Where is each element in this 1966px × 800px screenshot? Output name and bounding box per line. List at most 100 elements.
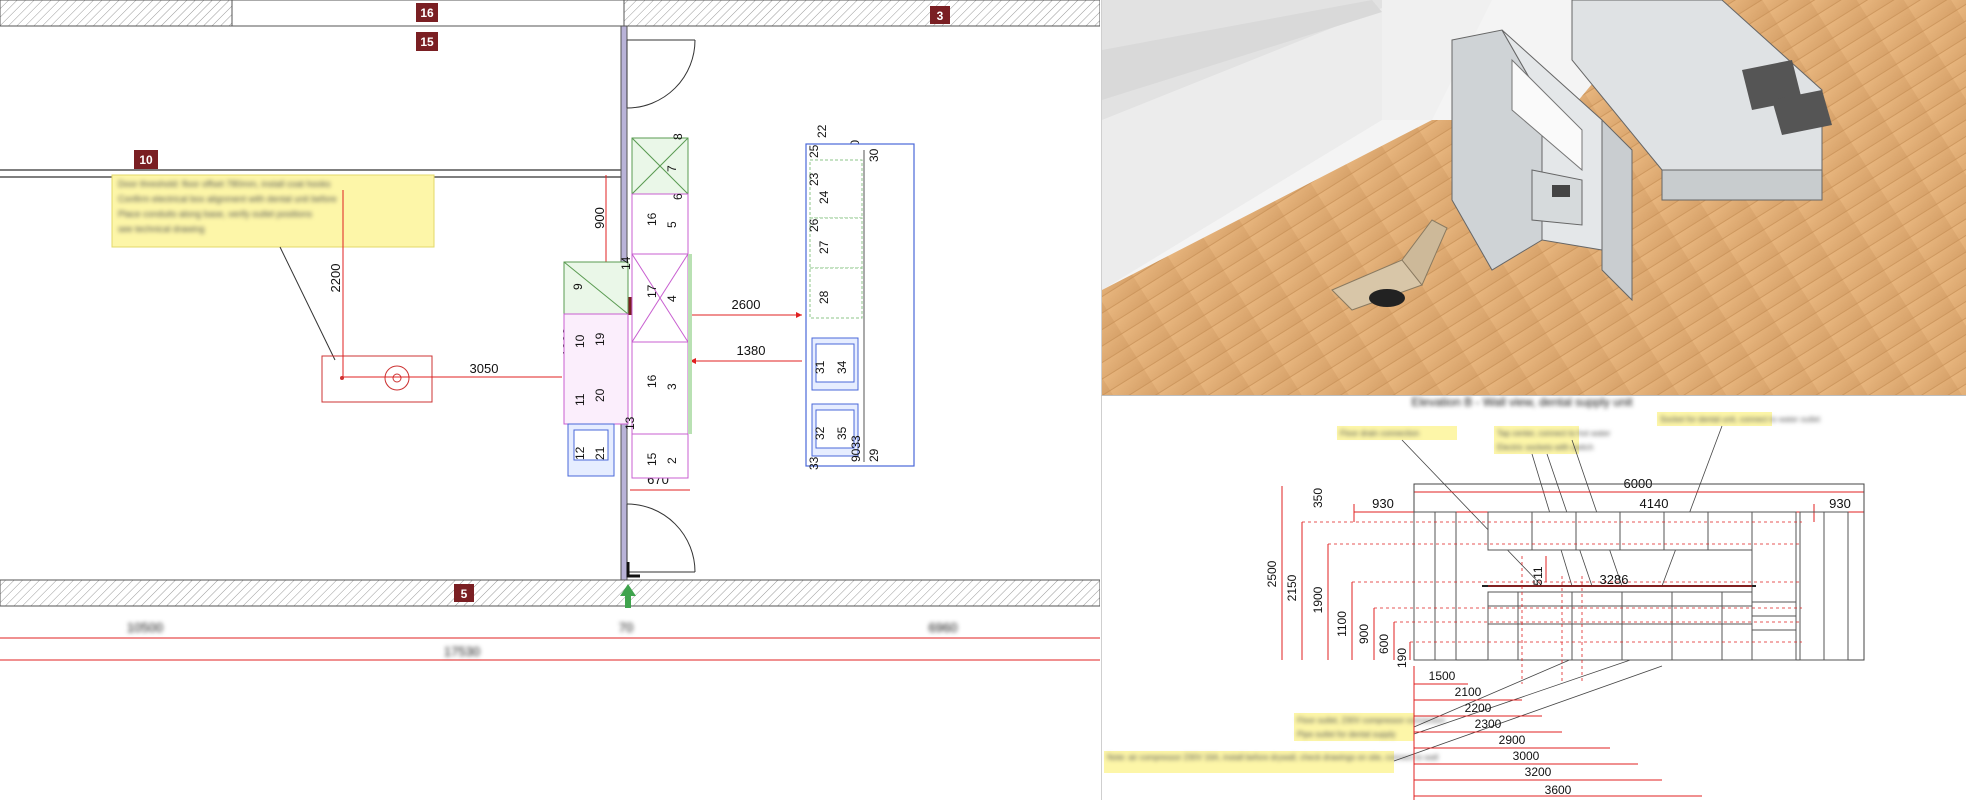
svg-text:9: 9 xyxy=(571,283,585,290)
room-tag-10[interactable]: 10 xyxy=(134,150,158,169)
elevation-lower-cabinets xyxy=(1487,591,1796,661)
svg-text:16: 16 xyxy=(645,374,659,388)
svg-text:11: 11 xyxy=(573,393,587,406)
bdim-3000: 3000 xyxy=(1513,749,1540,763)
svg-text:Socket for dental unit, connec: Socket for dental unit, connect to water… xyxy=(1660,415,1821,424)
svg-text:Door threshold: floor offset 7: Door threshold: floor offset 780mm, inst… xyxy=(118,179,331,189)
dim-3286: 3286 xyxy=(1600,572,1629,587)
svg-text:6: 6 xyxy=(671,193,685,200)
room-tag-3[interactable]: 3 xyxy=(930,6,950,24)
svg-text:15: 15 xyxy=(420,35,434,49)
floor-plan-canvas: 16 15 3 10 5 11 12 14 1 Door threshold: … xyxy=(0,0,1100,661)
svg-text:17: 17 xyxy=(645,284,659,298)
svg-text:34: 34 xyxy=(835,360,849,374)
svg-text:4: 4 xyxy=(665,295,679,302)
bdim-1500: 1500 xyxy=(1429,669,1456,683)
svg-text:Place conduits along base, ver: Place conduits along base, verify outlet… xyxy=(118,209,313,219)
vdim-190: 190 xyxy=(1395,648,1409,668)
svg-text:16: 16 xyxy=(420,6,434,20)
vdim-900: 900 xyxy=(1357,624,1371,644)
elevation-door-right xyxy=(1799,511,1849,661)
svg-text:10: 10 xyxy=(139,153,153,167)
svg-text:17530: 17530 xyxy=(444,644,480,659)
dim-right-930: 930 xyxy=(1829,496,1851,511)
bdim-2100: 2100 xyxy=(1455,685,1482,699)
plan-note: Door threshold: floor offset 780mm, inst… xyxy=(111,174,435,361)
svg-text:10500: 10500 xyxy=(127,620,163,635)
svg-text:16: 16 xyxy=(645,212,659,226)
svg-text:26: 26 xyxy=(807,218,821,232)
svg-text:13: 13 xyxy=(623,416,637,430)
svg-text:70: 70 xyxy=(619,620,633,635)
svg-text:30: 30 xyxy=(867,148,881,162)
svg-text:29: 29 xyxy=(867,448,881,462)
dim-1380: 1380 xyxy=(737,343,766,358)
svg-text:Confirm electrical box alignme: Confirm electrical box alignment with de… xyxy=(118,194,337,204)
elevation-callouts-bottom: Floor outlet, 230V compressor connection… xyxy=(1104,713,1445,773)
svg-text:21: 21 xyxy=(593,446,607,460)
wall-top-left xyxy=(0,0,233,27)
svg-text:3: 3 xyxy=(665,383,679,390)
dim-900: 900 xyxy=(592,207,607,229)
partition-door-3d xyxy=(1601,118,1633,302)
svg-text:8: 8 xyxy=(671,133,685,140)
svg-text:3: 3 xyxy=(937,9,944,23)
room-tag-5[interactable]: 5 xyxy=(454,584,474,602)
wall-top-right xyxy=(623,0,1100,27)
svg-text:10: 10 xyxy=(573,334,587,348)
dim-2200: 2200 xyxy=(328,264,343,293)
vdim-1100: 1100 xyxy=(1335,611,1349,637)
dim-3050: 3050 xyxy=(470,361,499,376)
vdim-2500: 2500 xyxy=(1265,560,1279,587)
door-bottom xyxy=(626,503,696,573)
bdim-2900: 2900 xyxy=(1499,733,1526,747)
door-top xyxy=(626,39,696,109)
bdim-2200: 2200 xyxy=(1465,701,1492,715)
svg-text:24: 24 xyxy=(817,190,831,204)
floor-plan-view[interactable]: 16 15 3 10 5 11 12 14 1 Door threshold: … xyxy=(0,0,1100,800)
vdim-1900: 1900 xyxy=(1311,586,1325,613)
svg-text:31: 31 xyxy=(813,360,827,374)
elevation-door-left xyxy=(1413,511,1457,661)
svg-text:15: 15 xyxy=(645,452,659,466)
room-tag-15[interactable]: 15 xyxy=(416,32,438,51)
bdim-2300: 2300 xyxy=(1475,717,1502,731)
svg-text:22: 22 xyxy=(815,124,829,138)
elevation-view[interactable]: Elevation B - Wall view, dental supply u… xyxy=(1101,396,1966,800)
elevation-heading: Elevation B - Wall view, dental supply u… xyxy=(1412,396,1634,409)
dim-left-930: 930 xyxy=(1372,496,1394,511)
dental-chair-symbol xyxy=(321,355,433,403)
dim-2600: 2600 xyxy=(732,297,761,312)
svg-text:Note: air compressor 230V 16A,: Note: air compressor 230V 16A, install b… xyxy=(1107,753,1438,762)
vdim-600: 600 xyxy=(1377,634,1391,654)
svg-text:7: 7 xyxy=(665,165,679,172)
svg-text:Tap center, connect to hot wat: Tap center, connect to hot water xyxy=(1497,429,1611,438)
svg-text:5: 5 xyxy=(665,221,679,228)
dim-mid-4140: 4140 xyxy=(1640,496,1669,511)
3d-render-view[interactable] xyxy=(1101,0,1966,396)
svg-text:32: 32 xyxy=(813,426,827,440)
svg-text:5: 5 xyxy=(461,587,468,601)
svg-text:12: 12 xyxy=(573,446,587,460)
svg-text:see technical drawing: see technical drawing xyxy=(118,224,205,234)
wall-bottom xyxy=(0,579,1100,607)
svg-text:Pipe outlet for dental supply: Pipe outlet for dental supply xyxy=(1297,730,1396,739)
bdim-3600: 3600 xyxy=(1545,783,1572,797)
svg-text:Electric sockets with switch: Electric sockets with switch xyxy=(1497,443,1593,452)
vdim-350: 350 xyxy=(1311,488,1325,508)
bdim-3200: 3200 xyxy=(1525,765,1552,779)
svg-text:9033: 9033 xyxy=(849,435,863,462)
svg-text:33: 33 xyxy=(807,456,821,470)
svg-text:28: 28 xyxy=(817,290,831,304)
svg-text:23: 23 xyxy=(807,172,821,186)
svg-text:Floor drain connection: Floor drain connection xyxy=(1340,429,1419,438)
svg-text:27: 27 xyxy=(817,240,831,254)
bottom-dimension-chain: 10500 70 6960 17530 xyxy=(0,620,1100,661)
svg-text:2: 2 xyxy=(665,457,679,464)
svg-text:25: 25 xyxy=(807,144,821,158)
vdim-2150: 2150 xyxy=(1285,574,1299,601)
room-tag-16[interactable]: 16 xyxy=(416,3,438,22)
svg-text:6960: 6960 xyxy=(929,620,958,635)
svg-text:20: 20 xyxy=(593,388,607,402)
elevation-canvas: Elevation B - Wall view, dental supply u… xyxy=(1104,396,1865,800)
